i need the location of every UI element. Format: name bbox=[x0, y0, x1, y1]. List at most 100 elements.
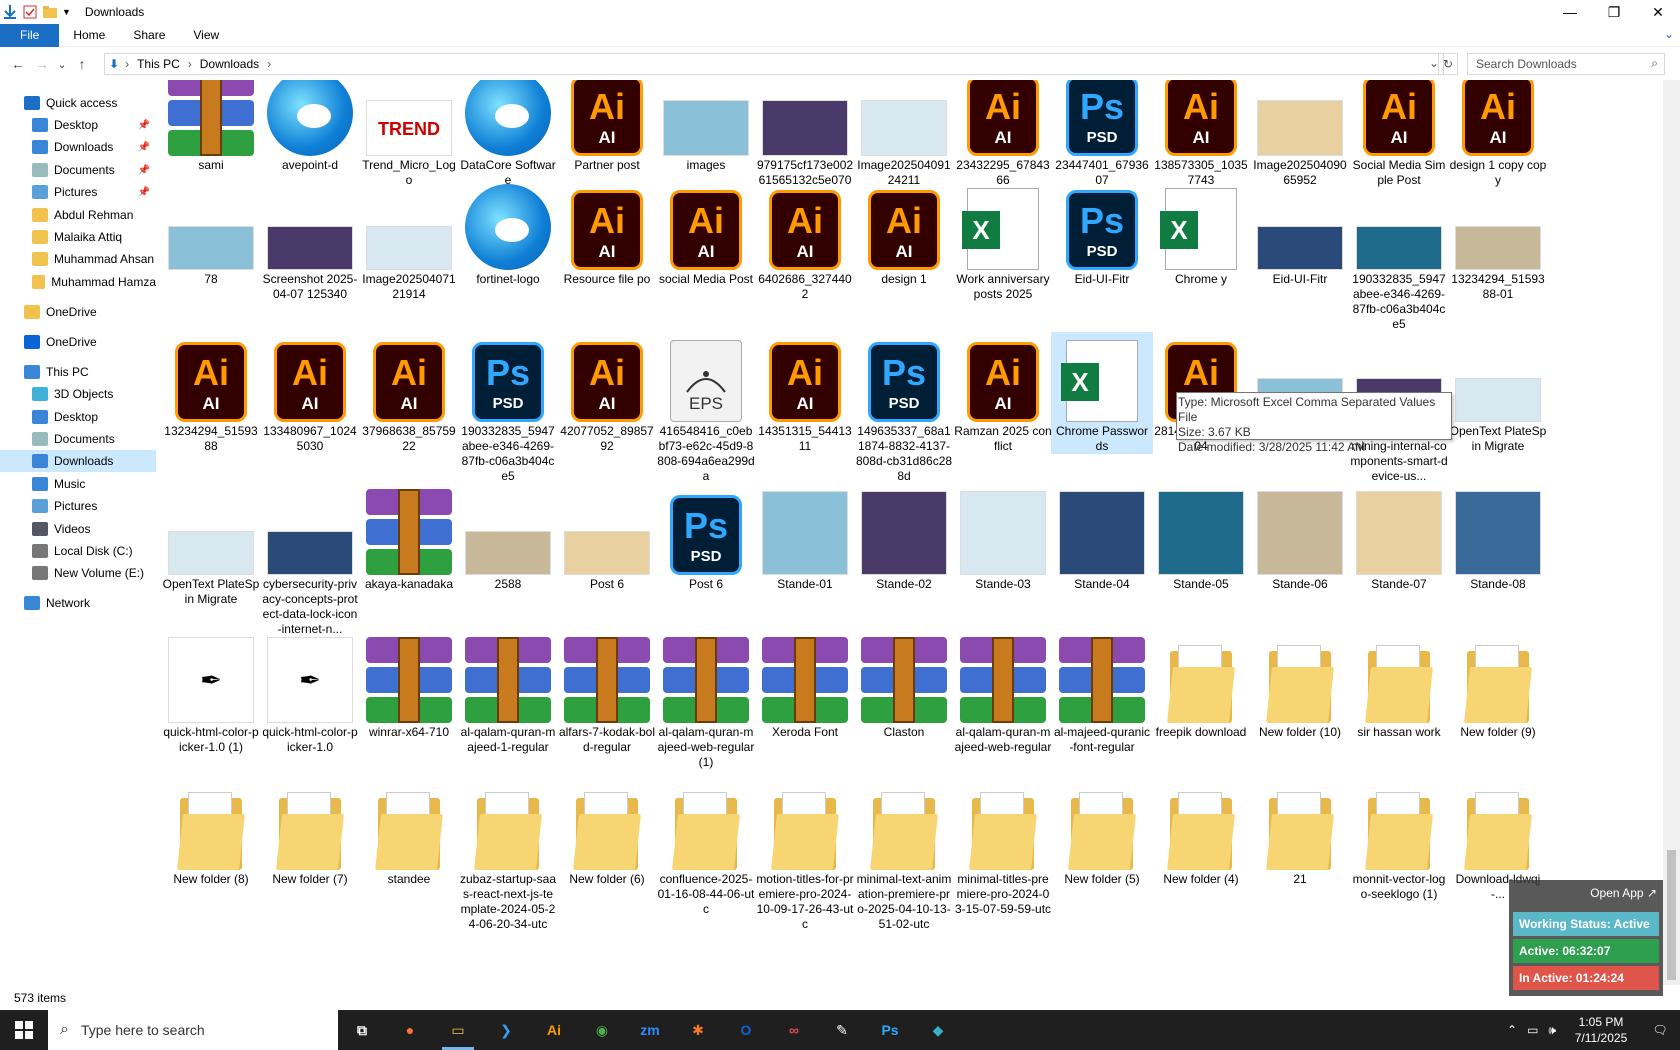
file-item[interactable]: Ps PSD 23447401_6793607 bbox=[1051, 80, 1153, 188]
file-item[interactable]: New folder (5) bbox=[1051, 780, 1153, 887]
file-item[interactable]: Stande-04 bbox=[1051, 485, 1153, 592]
file-item[interactable]: DataCore Software bbox=[457, 80, 559, 188]
file-item[interactable]: Ai AI design 1 bbox=[853, 180, 955, 287]
volume-icon[interactable]: 🕪 bbox=[1548, 1023, 1556, 1038]
tab-file[interactable]: File bbox=[0, 23, 60, 47]
file-item[interactable]: New folder (10) bbox=[1249, 633, 1351, 740]
file-item[interactable]: Stande-06 bbox=[1249, 485, 1351, 592]
file-item[interactable]: Ai AI 23432295_6784366 bbox=[952, 80, 1054, 188]
file-item[interactable]: Image20250407121914 bbox=[358, 180, 460, 302]
breadcrumb-separator[interactable]: › bbox=[188, 57, 192, 71]
file-item[interactable]: al-qalam-quran-majeed-web-regular bbox=[952, 633, 1054, 755]
file-item[interactable]: Screenshot 2025-04-07 125340 bbox=[259, 180, 361, 302]
file-item[interactable]: avepoint-d bbox=[259, 80, 361, 173]
file-item[interactable]: Ai AI Ramzan 2025 conflict bbox=[952, 332, 1054, 454]
file-item[interactable]: confluence-2025-01-16-08-44-06-utc bbox=[655, 780, 757, 917]
breadcrumb-separator[interactable]: › bbox=[267, 57, 271, 71]
outlook-icon[interactable]: O bbox=[722, 1010, 770, 1050]
file-item[interactable]: Ai AI Social Media Simple Post bbox=[1348, 80, 1450, 188]
file-item[interactable]: Ai AI 14351315_5441311 bbox=[754, 332, 856, 454]
show-hidden-icons-icon[interactable]: ⌃ bbox=[1507, 1023, 1517, 1037]
file-item[interactable]: Ai AI 13234294_5159388 bbox=[160, 332, 262, 454]
notifications-icon[interactable]: 🗨 bbox=[1640, 1023, 1680, 1037]
file-item[interactable]: New folder (7) bbox=[259, 780, 361, 887]
file-item[interactable]: X Chrome y bbox=[1150, 180, 1252, 287]
file-item[interactable]: 13234294_5159388-01 bbox=[1447, 180, 1549, 302]
file-item[interactable]: monnit-vector-logo-seeklogo (1) bbox=[1348, 780, 1450, 902]
breadcrumb-downloads[interactable]: Downloads bbox=[200, 57, 259, 71]
refresh-button[interactable]: ↻ bbox=[1438, 53, 1458, 75]
sidebar-item-onedrive[interactable]: OneDrive bbox=[0, 301, 156, 323]
file-item[interactable]: 21 bbox=[1249, 780, 1351, 887]
firefox-icon[interactable]: ● bbox=[386, 1010, 434, 1050]
scrollbar-thumb[interactable] bbox=[1667, 850, 1676, 980]
file-item[interactable]: Image20250409065952 bbox=[1249, 80, 1351, 188]
file-item[interactable]: Ai AI 138573305_10357743 bbox=[1150, 80, 1252, 188]
maximize-button[interactable]: ❐ bbox=[1592, 0, 1636, 24]
file-item[interactable]: OpenText PlateSpin Migrate bbox=[1447, 332, 1549, 454]
file-item[interactable]: Ai AI design 1 copy copy bbox=[1447, 80, 1549, 188]
sidebar-item-music[interactable]: Music bbox=[0, 473, 156, 495]
file-item[interactable]: Stande-05 bbox=[1150, 485, 1252, 592]
file-item[interactable]: Stande-07 bbox=[1348, 485, 1450, 592]
file-item[interactable]: Ai AI social Media Post bbox=[655, 180, 757, 287]
file-item[interactable]: akaya-kanadaka bbox=[358, 485, 460, 592]
file-item[interactable]: X Work anniversary posts 2025 bbox=[952, 180, 1054, 302]
file-item[interactable]: Ai AI 42077052_8985792 bbox=[556, 332, 658, 454]
sidebar-item-downloads[interactable]: Downloads bbox=[0, 450, 156, 472]
address-bar[interactable]: ⬇ › This PC › Downloads › ⌄ bbox=[104, 53, 1444, 75]
chrome-icon[interactable]: ◉ bbox=[578, 1010, 626, 1050]
pen-tool-icon[interactable]: ✎ bbox=[818, 1010, 866, 1050]
file-item[interactable]: al-qalam-quran-majeed-1-regular bbox=[457, 633, 559, 755]
breadcrumb-this-pc[interactable]: This PC bbox=[137, 57, 180, 71]
sidebar-item-new-volume-e-[interactable]: New Volume (E:) bbox=[0, 562, 156, 584]
file-item[interactable]: winrar-x64-710 bbox=[358, 633, 460, 740]
photoshop-icon[interactable]: Ps bbox=[866, 1010, 914, 1050]
sidebar-item-downloads[interactable]: Downloads 📌 bbox=[0, 136, 156, 158]
vertical-scrollbar[interactable] bbox=[1663, 80, 1680, 985]
sidebar-item-this-pc[interactable]: This PC bbox=[0, 361, 156, 383]
file-item[interactable]: Xeroda Font bbox=[754, 633, 856, 740]
file-item[interactable]: Ai AI Resource file po bbox=[556, 180, 658, 287]
file-item[interactable]: New folder (4) bbox=[1150, 780, 1252, 887]
sidebar-item-pictures[interactable]: Pictures bbox=[0, 495, 156, 517]
clock[interactable]: 1:05 PM 7/11/2025 bbox=[1562, 1014, 1640, 1046]
sidebar-item-videos[interactable]: Videos bbox=[0, 518, 156, 540]
file-item[interactable]: New folder (6) bbox=[556, 780, 658, 887]
file-item[interactable]: freepik download bbox=[1150, 633, 1252, 740]
file-item[interactable]: minimal-text-animation-premiere-pro-2025… bbox=[853, 780, 955, 932]
sidebar-item-network[interactable]: Network bbox=[0, 592, 156, 614]
sidebar-item-muhammad-hamza[interactable]: Muhammad Hamza bbox=[0, 271, 156, 293]
close-button[interactable]: ✕ bbox=[1636, 0, 1680, 24]
sidebar-item-documents[interactable]: Documents 📌 bbox=[0, 159, 156, 181]
file-item[interactable]: al-qalam-quran-majeed-web-regular (1) bbox=[655, 633, 757, 770]
file-item[interactable]: 190332835_5947abee-e346-4269-87fb-c06a3b… bbox=[1348, 180, 1450, 332]
file-item[interactable]: Ai AI Partner post bbox=[556, 80, 658, 173]
file-item[interactable]: Post 6 bbox=[556, 485, 658, 592]
taskbar-search[interactable]: ⌕ Type here to search bbox=[48, 1010, 338, 1050]
vscode-icon[interactable]: ❯ bbox=[482, 1010, 530, 1050]
file-item[interactable]: Stande-03 bbox=[952, 485, 1054, 592]
file-item[interactable]: standee bbox=[358, 780, 460, 887]
file-item[interactable]: EPS 416548416_c0ebbf73-e62c-45d9-8808-694… bbox=[655, 332, 757, 484]
new-folder-icon[interactable] bbox=[42, 4, 58, 20]
tab-view[interactable]: View bbox=[179, 24, 233, 47]
file-item[interactable]: al-majeed-quranic-font-regular bbox=[1051, 633, 1153, 755]
file-item[interactable]: New folder (9) bbox=[1447, 633, 1549, 740]
file-item[interactable]: motion-titles-for-premiere-pro-2024-10-0… bbox=[754, 780, 856, 932]
file-item[interactable]: Claston bbox=[853, 633, 955, 740]
file-item[interactable]: ✒ quick-html-color-picker-1.0 (1) bbox=[160, 633, 262, 755]
taskbar-search-input[interactable]: Type here to search bbox=[81, 1022, 205, 1038]
sidebar-item-quick-access[interactable]: Quick access bbox=[0, 92, 156, 114]
app-icon[interactable]: ◆ bbox=[914, 1010, 962, 1050]
sidebar-item-abdul-rehman[interactable]: Abdul Rehman bbox=[0, 204, 156, 226]
download-icon[interactable] bbox=[2, 4, 18, 20]
zoom-icon[interactable]: zm bbox=[626, 1010, 674, 1050]
file-item[interactable]: 78 bbox=[160, 180, 262, 287]
file-item[interactable]: Ai AI 6402686_3274402 bbox=[754, 180, 856, 302]
file-item[interactable]: Ai AI 133480967_10245030 bbox=[259, 332, 361, 454]
sidebar-item-onedrive[interactable]: OneDrive bbox=[0, 331, 156, 353]
file-item[interactable]: ✒ quick-html-color-picker-1.0 bbox=[259, 633, 361, 755]
file-item[interactable]: sir hassan work bbox=[1348, 633, 1450, 740]
minimize-button[interactable]: — bbox=[1548, 0, 1592, 24]
